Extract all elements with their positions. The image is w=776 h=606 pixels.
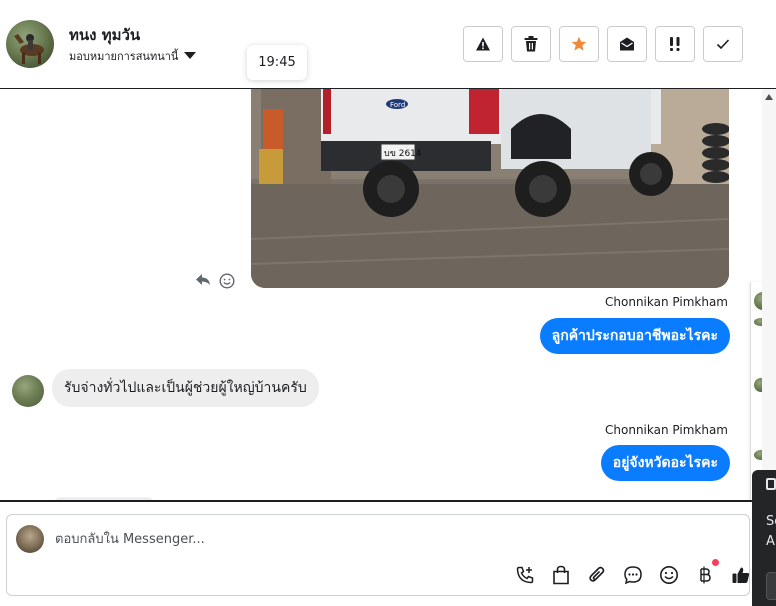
- trash-icon: [524, 36, 538, 52]
- popup-text-line: A: [766, 534, 775, 549]
- sender-name: Chonnikan Pimkham: [605, 423, 728, 437]
- popup-text-line: Se: [766, 514, 776, 529]
- paperclip-icon: [589, 566, 605, 582]
- envelope-open-icon: [620, 37, 634, 51]
- shop-button[interactable]: [549, 563, 573, 587]
- assign-label: มอบหมายการสนทนานี้: [69, 50, 179, 63]
- mark-done-button[interactable]: [703, 26, 743, 62]
- report-spam-button[interactable]: [463, 26, 503, 62]
- notification-dot: [712, 559, 719, 566]
- messenger-inbox-window: ทนง ทุมวัน มอบหมายการสนทนานี้ 19:45 บข 2…: [0, 0, 776, 606]
- sender-name: Chonnikan Pimkham: [605, 295, 728, 309]
- delete-button[interactable]: [511, 26, 551, 62]
- scroll-up-arrow-icon[interactable]: [765, 94, 773, 100]
- emoji-button[interactable]: [657, 563, 681, 587]
- double-exclamation-icon: [670, 37, 680, 51]
- caret-down-icon: [184, 51, 197, 59]
- like-button[interactable]: [729, 563, 753, 587]
- saved-replies-button[interactable]: [621, 563, 645, 587]
- baht-payment-icon: [700, 566, 711, 584]
- attach-button[interactable]: [585, 563, 609, 587]
- message-bubble-incoming-partial: [52, 497, 156, 500]
- call-add-button[interactable]: [513, 563, 537, 587]
- reply-icon[interactable]: [195, 273, 211, 287]
- attached-photo[interactable]: บข 2614 Ford: [251, 89, 729, 288]
- priority-button[interactable]: [655, 26, 695, 62]
- saved-reply-icon: [624, 566, 642, 585]
- document-icon: [766, 478, 776, 490]
- react-emoji-icon[interactable]: [219, 273, 235, 289]
- thumbs-up-icon: [732, 567, 750, 583]
- payment-button[interactable]: [693, 563, 717, 587]
- contact-avatar-small: [12, 375, 44, 407]
- mark-unread-button[interactable]: [607, 26, 647, 62]
- thread-scrollbar[interactable]: [762, 89, 776, 500]
- license-plate: บข 2614: [384, 149, 422, 159]
- emoji-icon: [660, 566, 678, 584]
- notification-popup[interactable]: Se A: [752, 470, 776, 606]
- contact-name: ทนง ทุมวัน: [69, 26, 141, 44]
- star-icon: [571, 36, 587, 51]
- warning-triangle-icon: [476, 37, 490, 51]
- popup-action-button[interactable]: [766, 572, 776, 600]
- page-avatar: [16, 525, 44, 553]
- time-tooltip: 19:45: [247, 45, 307, 80]
- call-add-icon: [516, 566, 534, 584]
- reply-input[interactable]: [55, 527, 715, 551]
- message-thread[interactable]: บข 2614 Ford Chonnikan Pimkham ลูกค้าประ…: [0, 88, 776, 502]
- shopping-bag-icon: [553, 565, 569, 585]
- brand-badge: Ford: [390, 101, 405, 109]
- conversation-header: ทนง ทุมวัน มอบหมายการสนทนานี้ 19:45: [0, 0, 776, 89]
- message-bubble-incoming[interactable]: รับจ่างทั่วไปและเป็นผู้ช่วยผู้ใหญ่บ้านคร…: [52, 369, 319, 407]
- checkmark-icon: [716, 39, 730, 50]
- message-bubble-outgoing[interactable]: อยู่จังหวัดอะไรคะ: [600, 445, 730, 481]
- message-bubble-outgoing[interactable]: ลูกค้าประกอบอาชีพอะไรคะ: [539, 318, 730, 354]
- assign-conversation-dropdown[interactable]: มอบหมายการสนทนานี้: [69, 47, 197, 65]
- contact-avatar[interactable]: [6, 20, 54, 68]
- follow-up-button[interactable]: [559, 26, 599, 62]
- reply-composer: [6, 514, 750, 596]
